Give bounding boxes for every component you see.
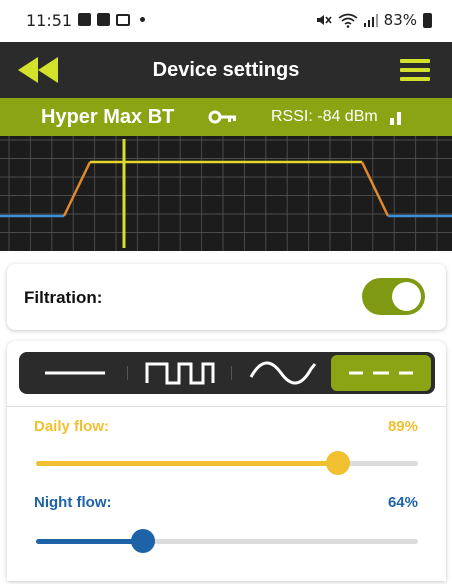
night-flow-fill <box>36 539 143 544</box>
mode-constant[interactable] <box>23 355 123 391</box>
daily-flow-fill <box>36 461 338 466</box>
toggle-knob <box>392 282 421 311</box>
key-icon[interactable] <box>208 107 238 127</box>
graph-grid <box>0 136 452 251</box>
status-bar: 11:51 83% <box>0 0 452 42</box>
dashed-mode-icon <box>349 371 413 375</box>
signal-icon <box>363 13 378 27</box>
filtration-toggle[interactable] <box>362 278 425 315</box>
daily-flow-value: 89% <box>387 418 418 435</box>
mode-dashed[interactable] <box>331 355 431 391</box>
square-wave-mode-icon <box>145 362 215 385</box>
hamburger-menu-icon[interactable] <box>400 59 430 81</box>
battery-percent: 83% <box>383 11 417 29</box>
filtration-label: Filtration: <box>24 288 103 307</box>
night-flow-label: Night flow: <box>34 494 112 511</box>
system-icons: 83% <box>316 11 432 29</box>
check-square-icon <box>97 13 110 26</box>
ramp-up-line <box>62 161 92 217</box>
device-bar: Hyper Max BT RSSI: -84 dBm <box>0 98 452 136</box>
battery-icon <box>423 12 432 28</box>
night-flow-value: 64% <box>387 494 418 511</box>
mode-square-wave[interactable] <box>129 355 229 391</box>
mute-icon <box>316 15 332 25</box>
constant-mode-icon <box>45 371 105 375</box>
segment-divider <box>231 366 232 380</box>
divider <box>7 406 446 407</box>
app-bar: Device settings <box>0 42 452 98</box>
segment-divider <box>127 366 128 380</box>
mode-selector <box>19 352 435 394</box>
status-time: 11:51 <box>26 11 73 30</box>
image-icon <box>78 13 91 26</box>
sine-wave-mode-icon <box>249 361 317 385</box>
daily-flow-thumb[interactable] <box>325 451 350 475</box>
flow-settings-card: Daily flow: 89% Night flow: 64% <box>7 341 446 581</box>
mail-icon <box>116 13 130 26</box>
night-flow-slider[interactable] <box>36 529 418 553</box>
device-name: Hyper Max BT <box>41 106 175 128</box>
daily-flow-slider[interactable] <box>36 451 418 475</box>
wifi-icon <box>338 13 358 28</box>
page-title: Device settings <box>152 59 300 81</box>
notification-icons <box>78 13 145 26</box>
dot-icon <box>140 17 145 22</box>
signal-bars-icon <box>390 112 401 125</box>
rssi-readout: RSSI: -84 dBm <box>271 108 378 125</box>
ramp-down-line <box>360 161 390 217</box>
daily-flow-label: Daily flow: <box>34 418 110 435</box>
night-flow-thumb[interactable] <box>130 529 155 553</box>
flow-schedule-graph[interactable] <box>0 136 452 251</box>
filtration-card: Filtration: <box>7 264 446 330</box>
mode-sine-wave[interactable] <box>233 355 333 391</box>
